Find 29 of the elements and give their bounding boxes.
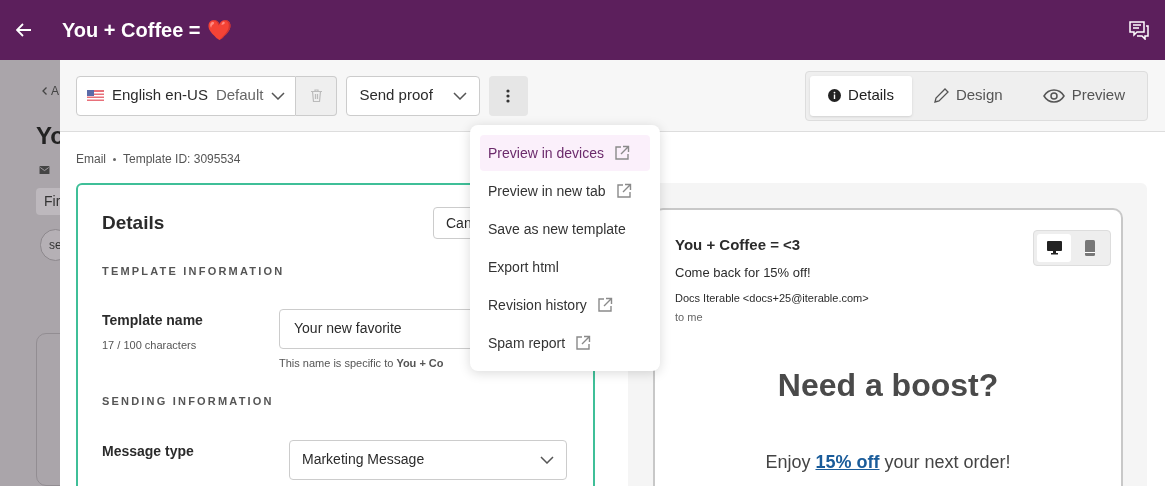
email-sender: Docs Iterable <docs+25@iterable.com>	[675, 291, 869, 306]
character-count: 17 / 100 characters	[102, 337, 198, 353]
email-body-text: Enjoy 15% off your next order!	[764, 451, 1012, 474]
back-link[interactable]: A	[51, 82, 59, 100]
field-label: Template name	[102, 310, 204, 330]
section-heading: SENDING INFORMATION	[102, 394, 274, 409]
page-title: You + Coffee =	[62, 18, 201, 43]
section-heading: TEMPLATE INFORMATION	[102, 264, 285, 279]
view-tab[interactable]: Design	[915, 75, 1021, 116]
email-headline: Need a boost?	[776, 366, 1000, 405]
view-tab[interactable]: Details	[810, 75, 912, 116]
email-subject: You + Coffee = <3	[675, 235, 801, 255]
template-type: Email	[76, 151, 106, 168]
email-preheader: Come back for 15% off!	[675, 263, 811, 282]
heart-emoji: ❤	[206, 17, 232, 44]
message-type-select[interactable]: Marketing Message	[289, 439, 567, 480]
card-title: Details	[102, 211, 166, 235]
field-label: Message type	[102, 441, 195, 461]
menu-item[interactable]: Export html	[480, 249, 650, 285]
menu-item[interactable]: Preview in new tab	[480, 173, 650, 209]
template-id: Template ID: 3095534	[123, 151, 241, 168]
menu-item[interactable]: Save as new template	[480, 211, 650, 247]
view-tab[interactable]: Preview	[1024, 75, 1143, 116]
discount-link[interactable]: 15% off	[815, 452, 880, 472]
email-recipient: to me	[675, 309, 703, 325]
language-select[interactable]: English en-US Default	[76, 75, 297, 116]
send-proof-select[interactable]: Send proof	[346, 75, 480, 116]
menu-item[interactable]: Preview in devices	[480, 135, 650, 171]
field-hint: This name is specific to You + Co	[279, 355, 444, 371]
